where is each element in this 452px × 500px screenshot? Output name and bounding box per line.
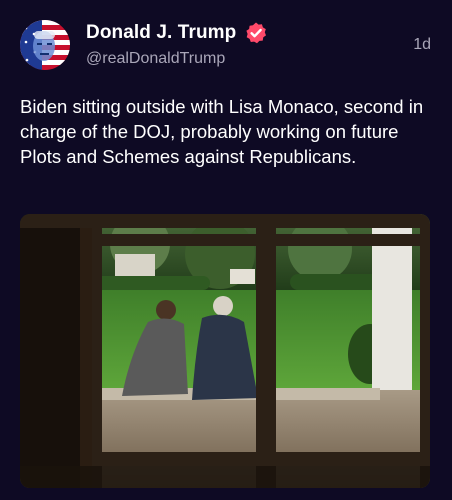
avatar[interactable] xyxy=(20,20,70,70)
post-text: Biden sitting outside with Lisa Monaco, … xyxy=(20,96,424,167)
author-display-name[interactable]: Donald J. Trump xyxy=(86,22,236,44)
photo-scene xyxy=(20,214,430,488)
author-handle[interactable]: @realDonaldTrump xyxy=(86,50,225,68)
post-timestamp[interactable]: 1d xyxy=(413,36,431,54)
post-card[interactable]: Donald J. Trump @realDonaldTrump 1d Bide… xyxy=(0,0,452,500)
avatar-image xyxy=(20,20,70,70)
verified-badge-icon xyxy=(244,21,268,45)
post-photo[interactable] xyxy=(20,214,430,488)
